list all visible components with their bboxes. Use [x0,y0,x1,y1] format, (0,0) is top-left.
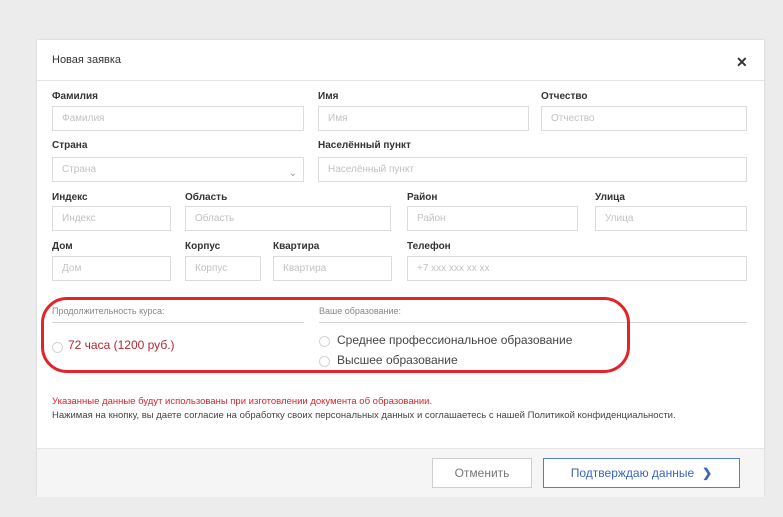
confirm-button-label: Подтверждаю данные [570,466,695,480]
building-input[interactable]: Корпус [185,256,261,281]
surname-label: Фамилия [52,91,98,102]
name-input[interactable]: Имя [318,106,529,131]
patronymic-input[interactable]: Отчество [541,106,747,131]
patronymic-label: Отчество [541,91,588,102]
country-select-value: Страна [62,164,97,175]
data-usage-warning: Указанные данные будут использованы при … [52,396,433,407]
index-input[interactable]: Индекс [52,206,171,231]
cancel-button[interactable]: Отменить [432,458,532,488]
street-input[interactable]: Улица [595,206,747,231]
apartment-label: Квартира [273,241,320,252]
close-icon[interactable]: ✕ [736,54,748,71]
new-request-modal: Новая заявка ✕ Фамилия Фамилия Имя Имя О… [37,40,764,497]
confirm-data-button[interactable]: Подтверждаю данные ❯ [543,458,740,488]
country-label: Страна [52,140,88,151]
city-input[interactable]: Населённый пункт [318,157,747,182]
surname-input[interactable]: Фамилия [52,106,304,131]
region-label: Область [185,192,228,203]
region-input[interactable]: Область [185,206,391,231]
modal-header: Новая заявка ✕ [37,40,764,81]
city-label: Населённый пункт [318,140,411,151]
building-label: Корпус [185,241,221,252]
index-label: Индекс [52,192,88,203]
district-input[interactable]: Район [407,206,578,231]
house-label: Дом [52,241,73,252]
modal-footer: Отменить Подтверждаю данные ❯ [37,448,764,497]
street-label: Улица [595,192,625,203]
chevron-right-icon: ❯ [702,466,713,480]
apartment-input[interactable]: Квартира [273,256,392,281]
country-select[interactable]: Страна ⌄ [52,157,304,182]
phone-input[interactable]: +7 xxx xxx xx xx [407,256,747,281]
highlight-outline [41,297,630,373]
district-label: Район [407,192,438,203]
modal-title: Новая заявка [52,54,122,66]
house-input[interactable]: Дом [52,256,171,281]
phone-label: Телефон [407,241,451,252]
name-label: Имя [318,91,339,102]
chevron-down-icon[interactable]: ⌄ [289,162,297,185]
consent-text: Нажимая на кнопку, вы даете согласие на … [52,410,676,421]
